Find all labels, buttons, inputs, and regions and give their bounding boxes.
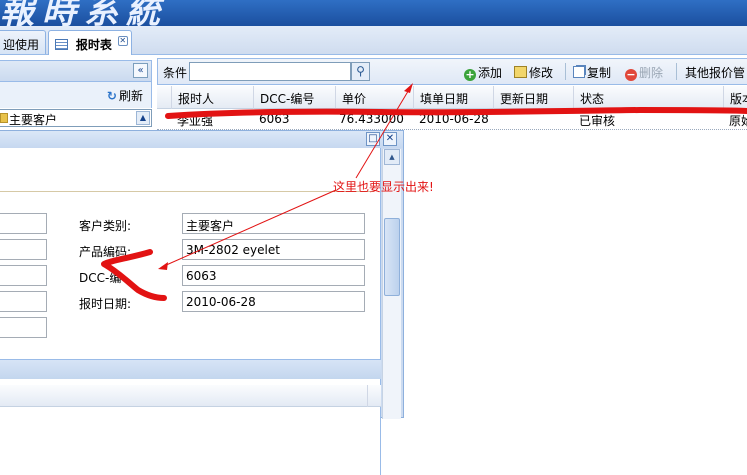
delete-label: 删除 [639, 66, 664, 80]
other-quote-menu[interactable]: 其他报价管 [685, 64, 745, 81]
add-label: 添加 [478, 66, 503, 80]
left-field-1[interactable] [0, 213, 47, 234]
tab-welcome[interactable]: 迎使用 [0, 30, 46, 54]
product-code-label: 产品编码: [79, 245, 132, 259]
app-title: 報時系統 [0, 0, 168, 26]
edit-button[interactable]: 修改 [514, 64, 553, 81]
refresh-label: 刷新 [118, 89, 143, 103]
quote-date-label: 报时日期: [79, 297, 132, 311]
scroll-thumb[interactable] [384, 218, 400, 296]
toolbar-divider [676, 63, 677, 80]
column-header-dcc[interactable]: DCC-编号 [253, 86, 335, 109]
close-icon[interactable]: ✕ [117, 36, 128, 46]
left-field-2[interactable] [0, 239, 47, 260]
edit-label: 修改 [529, 66, 554, 80]
column-header-version[interactable]: 版本 [723, 86, 747, 109]
add-icon: + [464, 68, 476, 81]
column-divider [367, 385, 368, 407]
refresh-icon: ↻ [106, 89, 117, 103]
column-header-status[interactable]: 状态 [573, 86, 723, 109]
detail-dialog: □ ✕ 客户类别: 主要客户 产品编码: 3M-2802 eyelet DCC-… [0, 130, 404, 475]
dcc-label: DCC-编 [79, 271, 122, 285]
search-input[interactable] [189, 62, 351, 81]
dcc-field[interactable]: 6063 [182, 265, 365, 286]
column-header-update-date[interactable]: 更新日期 [493, 86, 573, 109]
dialog-subgrid-header [0, 385, 381, 407]
customer-type-combo[interactable]: 主要客户 ▲ [0, 109, 152, 127]
chevron-up-icon[interactable]: ▲ [136, 111, 150, 125]
product-code-field[interactable]: 3M-2802 eyelet [182, 239, 365, 260]
collapse-left-icon[interactable]: « [133, 63, 148, 78]
grid-header: 报时人 DCC-编号 单价 填单日期 更新日期 状态 版本 [157, 86, 747, 109]
left-panel-header: « [0, 60, 152, 82]
table-row[interactable]: 李亚强 6063 76.433000 2010-06-28 已审核 原始 [157, 109, 747, 130]
left-field-4[interactable] [0, 291, 47, 312]
search-icon: ⚲ [356, 64, 365, 78]
search-button[interactable]: ⚲ [351, 62, 370, 81]
customer-type-label: 客户类别: [79, 219, 132, 233]
column-header-reporter[interactable]: 报时人 [171, 86, 253, 109]
tab-quote-table[interactable]: 报时表 ✕ [48, 30, 132, 55]
delete-button[interactable]: − 删除 [625, 64, 663, 81]
grid-body [405, 131, 747, 418]
copy-icon [573, 66, 585, 78]
scroll-up-icon[interactable]: ▲ [384, 149, 400, 165]
cell-status: 已审核 [579, 114, 616, 128]
cell-fill-date: 2010-06-28 [419, 112, 489, 126]
condition-label: 条件 [163, 66, 188, 80]
cell-dcc: 6063 [259, 112, 290, 126]
customer-type-value: 主要客户 [9, 113, 58, 127]
customer-type-field[interactable]: 主要客户 [182, 213, 365, 234]
divider [0, 191, 374, 192]
cell-reporter: 李亚强 [177, 114, 214, 128]
cell-price: 76.433000 [339, 112, 404, 126]
annotation-note: 这里也要显示出来! [333, 180, 434, 194]
refresh-button[interactable]: ↻ 刷新 [107, 87, 143, 104]
left-panel-toolbar: ↻ 刷新 [0, 82, 152, 108]
add-button[interactable]: + 添加 [464, 64, 502, 81]
tab-welcome-label: 迎使用 [3, 38, 40, 52]
delete-icon: − [625, 68, 637, 81]
toolbar-divider [565, 63, 566, 80]
dialog-section-header [0, 359, 381, 379]
left-field-5[interactable] [0, 317, 47, 338]
dialog-body: 客户类别: 主要客户 产品编码: 3M-2802 eyelet DCC-编 60… [0, 148, 381, 475]
maximize-icon[interactable]: □ [366, 132, 380, 146]
column-header-fill-date[interactable]: 填单日期 [413, 86, 493, 109]
folder-icon [0, 113, 8, 123]
copy-label: 复制 [587, 66, 612, 80]
close-icon[interactable]: ✕ [383, 132, 397, 146]
cell-version: 原始 [729, 114, 747, 128]
app-banner: 報時系統 [0, 0, 747, 26]
grid-icon [55, 39, 68, 50]
tab-quote-table-label: 报时表 [75, 38, 112, 52]
left-field-3[interactable] [0, 265, 47, 286]
tab-strip: 迎使用 报时表 ✕ [0, 26, 747, 55]
column-header-price[interactable]: 单价 [335, 86, 413, 109]
grid-toolbar: 条件 ⚲ + 添加 修改 复制 − 删除 其他报价管 [157, 58, 747, 85]
quote-date-field[interactable]: 2010-06-28 [182, 291, 365, 312]
copy-button[interactable]: 复制 [573, 64, 611, 81]
edit-icon [514, 66, 527, 78]
dialog-header: □ ✕ [0, 131, 403, 148]
